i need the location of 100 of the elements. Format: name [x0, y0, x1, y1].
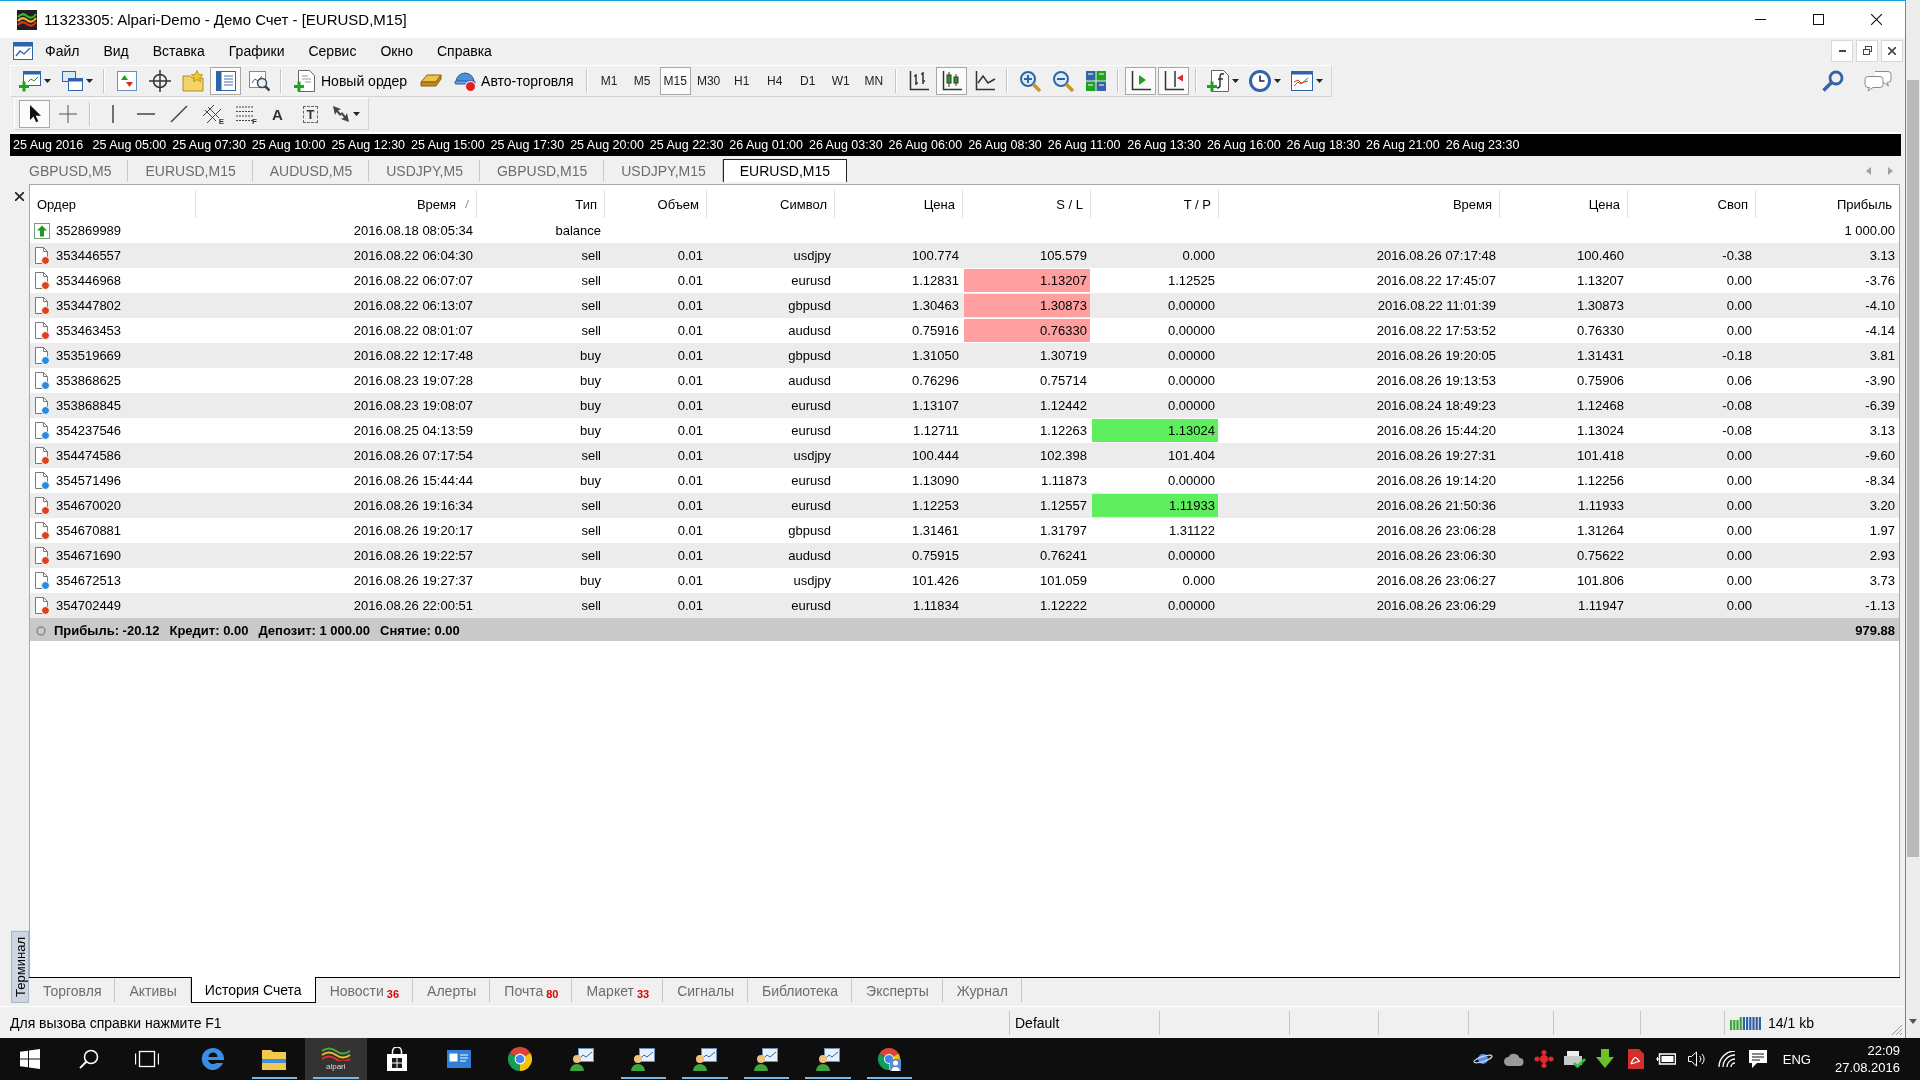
autoscroll-button[interactable]: [1125, 66, 1157, 95]
browser-icon: [508, 1047, 533, 1071]
column-header[interactable]: T / P: [1091, 190, 1219, 218]
chart-tab[interactable]: GBPUSD,M5: [12, 159, 129, 182]
table-cell-text: sell: [580, 272, 602, 290]
panel-tab[interactable]: Журнал: [942, 978, 1022, 1003]
drawing-tool-button[interactable]: E: [196, 100, 227, 128]
time-label: 26 Aug 11:00: [1047, 138, 1122, 152]
chart-tab[interactable]: USDJPY,M5: [369, 159, 480, 182]
period-button[interactable]: D1: [792, 66, 824, 95]
table-cell-text: 2016.08.26 19:27:31: [1375, 447, 1497, 465]
table-cell-text: 0.000: [1181, 247, 1216, 265]
column-header[interactable]: Своп: [1628, 190, 1756, 218]
menu-item[interactable]: Вид: [91, 39, 141, 62]
panel-tab[interactable]: Библиотека: [747, 978, 853, 1003]
drawing-tool-button[interactable]: T: [295, 100, 326, 128]
period-button[interactable]: M30: [692, 66, 725, 95]
panel-tab[interactable]: Эксперты: [852, 978, 943, 1003]
chart-mode-button[interactable]: [936, 66, 968, 95]
menu-item[interactable]: Файл: [33, 39, 92, 62]
menu-item[interactable]: Справка: [424, 39, 504, 62]
period-button[interactable]: W1: [825, 66, 857, 95]
column-header[interactable]: Символ: [707, 190, 835, 218]
chart-tab[interactable]: EURUSD,M15: [722, 159, 848, 182]
period-button[interactable]: H4: [759, 66, 791, 95]
column-header[interactable]: S / L: [963, 190, 1091, 218]
chart-tab[interactable]: GBPUSD,M15: [479, 159, 605, 182]
table-cell-text: 100.444: [911, 447, 960, 465]
drawing-tool-button[interactable]: F: [229, 100, 260, 128]
table-cell-text: 0.75915: [911, 547, 960, 565]
table-cell: 1.30873: [964, 294, 1090, 317]
period-button[interactable]: M1: [593, 66, 625, 95]
speech-bubbles-icon: [1864, 69, 1892, 92]
time-label: 26 Aug 21:00: [1366, 138, 1441, 152]
column-header[interactable]: Прибыль: [1756, 190, 1899, 218]
table-cell-text: 2016.08.23 19:08:07: [352, 397, 474, 415]
close-button[interactable]: [1881, 39, 1903, 62]
chart-window-icon: [13, 41, 33, 60]
auto-trading-button[interactable]: Авто-торговля: [448, 66, 580, 95]
table-cell-text: 2016.08.25 04:13:59: [352, 422, 474, 440]
column-header[interactable]: Время: [196, 190, 477, 218]
table-cell-text: 0.01: [676, 572, 704, 590]
user-chart-icon: [569, 1047, 594, 1071]
folder-icon: [262, 1048, 287, 1070]
taskbar-button[interactable]: alpari: [305, 1038, 367, 1080]
tile-windows-icon: [1084, 69, 1107, 92]
order-number: 353446968: [56, 273, 122, 288]
scrollbar-thumb[interactable]: [1907, 80, 1919, 857]
period-button[interactable]: MN: [858, 66, 890, 95]
column-header[interactable]: Время: [1219, 190, 1500, 218]
menu-item[interactable]: Графики: [216, 39, 297, 62]
panel-tab[interactable]: Новости 36: [315, 978, 414, 1003]
order-number: 354670881: [56, 523, 122, 538]
chart-tab[interactable]: USDJPY,M15: [604, 159, 723, 182]
chart-shift-button[interactable]: [1158, 66, 1190, 95]
table-cell-text: sell: [580, 322, 602, 340]
language-indicator[interactable]: ENG: [1782, 1051, 1811, 1067]
minimize-button[interactable]: [1831, 39, 1853, 62]
panel-tab[interactable]: История Счета: [190, 977, 316, 1003]
panel-tab[interactable]: Почта 80: [490, 978, 573, 1003]
close-icon[interactable]: [15, 192, 24, 201]
menu-item[interactable]: Окно: [368, 39, 425, 62]
time-label: 25 Aug 12:30: [331, 138, 407, 152]
chart-tab[interactable]: EURUSD,M15: [128, 159, 253, 182]
panel-tab[interactable]: Сигналы: [663, 978, 748, 1003]
chart-tab[interactable]: AUDUSD,M5: [252, 159, 370, 182]
table-cell-text: 1.13107: [911, 397, 960, 415]
panel-tab[interactable]: Активы: [115, 978, 191, 1003]
menu-item[interactable]: Сервис: [296, 39, 369, 62]
column-header[interactable]: Цена: [835, 190, 963, 218]
drawing-tool-button[interactable]: [19, 100, 50, 128]
panel-tab[interactable]: Алерты: [413, 978, 491, 1003]
column-header[interactable]: Ордер: [30, 190, 196, 218]
terminal-button[interactable]: [210, 66, 241, 95]
caret-icon: [1316, 78, 1324, 83]
planet-icon: [1473, 1052, 1493, 1066]
column-header[interactable]: Цена: [1500, 190, 1628, 218]
panel-tab[interactable]: Торговля: [29, 978, 116, 1003]
table-cell-text: -0.08: [1721, 397, 1753, 415]
document-plus-icon: [294, 69, 316, 92]
new-order-button[interactable]: Новый ордер: [288, 66, 414, 95]
table-cell-text: 0.01: [676, 472, 704, 490]
table-cell-text: 0.00000: [1167, 347, 1216, 365]
table-cell-text: 2016.08.22 11:01:39: [1376, 297, 1497, 315]
table-cell-text: usdjpy: [792, 447, 832, 465]
period-button[interactable]: H1: [726, 66, 758, 95]
order-number: 353519669: [56, 348, 122, 363]
column-header[interactable]: Объем: [605, 190, 707, 218]
column-header[interactable]: Тип: [477, 190, 605, 218]
table-cell-text: 3.81: [1868, 347, 1896, 365]
table-cell-text: 1.13207: [1576, 272, 1625, 290]
table-cell-text: 101.059: [1039, 572, 1088, 590]
period-button[interactable]: M5: [626, 66, 658, 95]
menu-item[interactable]: Вставка: [140, 39, 217, 62]
panel-tab[interactable]: Маркет 33: [572, 978, 664, 1003]
cap-stop-icon: [454, 69, 477, 92]
restore-button[interactable]: [1856, 39, 1878, 62]
period-button[interactable]: M15: [659, 66, 691, 95]
user-chart-icon: [692, 1047, 717, 1071]
drawing-tool-button[interactable]: A: [262, 100, 293, 128]
